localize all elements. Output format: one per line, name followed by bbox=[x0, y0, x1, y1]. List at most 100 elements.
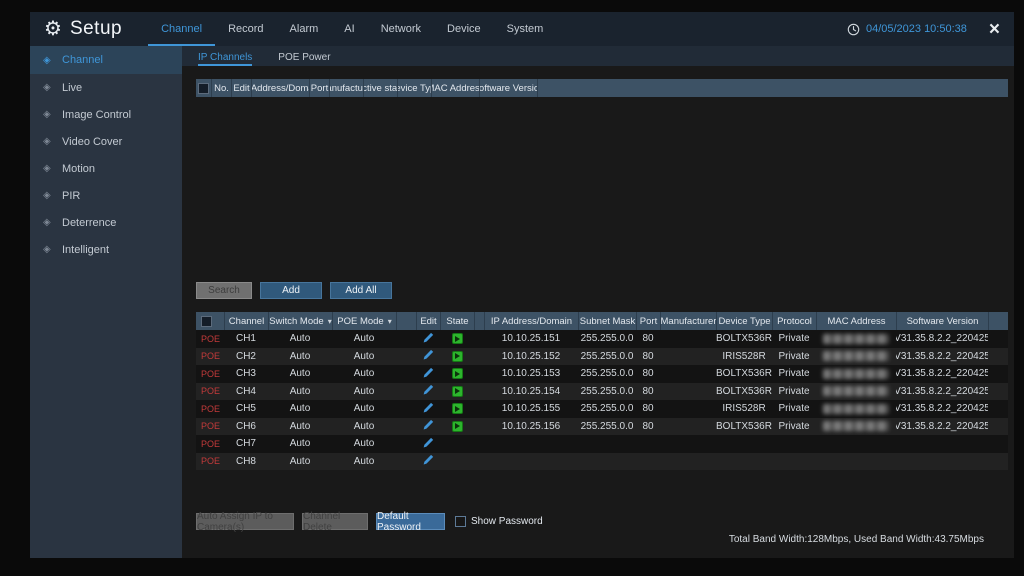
column-header-poe-mode[interactable]: POE Mode▾ bbox=[332, 312, 396, 330]
spacer bbox=[988, 383, 1008, 401]
bandwidth-status: Total Band Width:128Mbps, Used Band Widt… bbox=[196, 534, 1008, 545]
column-header-label: MAC Address bbox=[827, 316, 885, 327]
device-type-cell: BOLTX536R bbox=[716, 418, 772, 436]
nav-alarm[interactable]: Alarm bbox=[277, 12, 332, 46]
edit-cell bbox=[416, 365, 440, 383]
edit-pencil-icon[interactable] bbox=[423, 402, 434, 416]
nav-channel[interactable]: Channel bbox=[148, 12, 215, 46]
poe-mode-cell: Auto bbox=[332, 435, 396, 453]
nav-record[interactable]: Record bbox=[215, 12, 276, 46]
column-header-manufacturer: Manufacturer bbox=[660, 312, 716, 330]
column-header-label: Switch Mode bbox=[269, 316, 323, 327]
sidebar-item-label: Image Control bbox=[62, 109, 131, 121]
nav-device[interactable]: Device bbox=[434, 12, 494, 46]
sidebar-item-pir[interactable]: ◈PIR bbox=[30, 182, 182, 209]
column-header-software-version: Software Version bbox=[479, 79, 537, 97]
state-connected-icon[interactable] bbox=[452, 333, 463, 344]
edit-pencil-icon[interactable] bbox=[423, 419, 434, 433]
poe-cell: POE bbox=[196, 435, 224, 453]
nav-ai[interactable]: AI bbox=[331, 12, 367, 46]
add-button[interactable]: Add bbox=[260, 282, 322, 299]
poe-label: POE bbox=[201, 439, 220, 449]
table-row: POECH7AutoAuto bbox=[196, 435, 1008, 453]
protocol-cell: Private bbox=[772, 383, 816, 401]
port-cell: 80 bbox=[636, 348, 660, 366]
spacer bbox=[396, 330, 416, 348]
edit-cell bbox=[416, 453, 440, 471]
auto-assign-ip-button[interactable]: Auto Assign IP to Camera(s) bbox=[196, 513, 294, 530]
sidebar-item-image-control[interactable]: ◈Image Control bbox=[30, 101, 182, 128]
ip-cell: 10.10.25.153 bbox=[484, 365, 578, 383]
column-header-mac-address: MAC Address bbox=[816, 312, 896, 330]
spacer bbox=[474, 400, 484, 418]
diamond-icon: ◈ bbox=[43, 82, 62, 93]
port-cell: 80 bbox=[636, 365, 660, 383]
edit-pencil-icon[interactable] bbox=[423, 454, 434, 468]
spacer bbox=[988, 418, 1008, 436]
column-header-switch-mode[interactable]: Switch Mode▾ bbox=[268, 312, 332, 330]
mac-cell bbox=[816, 453, 896, 471]
poe-mode-cell: Auto bbox=[332, 348, 396, 366]
spacer bbox=[474, 348, 484, 366]
close-icon[interactable]: × bbox=[989, 20, 1000, 39]
sidebar-item-deterrence[interactable]: ◈Deterrence bbox=[30, 209, 182, 236]
edit-pencil-icon[interactable] bbox=[423, 384, 434, 398]
device-type-cell: BOLTX536R bbox=[716, 383, 772, 401]
ip-cell: 10.10.25.154 bbox=[484, 383, 578, 401]
edit-pencil-icon[interactable] bbox=[423, 349, 434, 363]
table-row: POECH1AutoAuto10.10.25.151255.255.0.080B… bbox=[196, 330, 1008, 348]
show-password-checkbox[interactable] bbox=[455, 516, 466, 527]
edit-pencil-icon[interactable] bbox=[423, 367, 434, 381]
state-connected-icon[interactable] bbox=[452, 421, 463, 432]
state-connected-icon[interactable] bbox=[452, 351, 463, 362]
subnet-cell: 255.255.0.0 bbox=[578, 418, 636, 436]
column-header-edit: Edit bbox=[416, 312, 440, 330]
discovery-table-header: No.EditIP Address/DomainPortManufacturer… bbox=[196, 79, 1008, 97]
nav-system[interactable]: System bbox=[494, 12, 557, 46]
mac-cell bbox=[816, 400, 896, 418]
state-cell bbox=[440, 365, 474, 383]
channel-cell: CH3 bbox=[224, 365, 268, 383]
manufacturer-cell bbox=[660, 348, 716, 366]
subnet-cell: 255.255.0.0 bbox=[578, 365, 636, 383]
add-all-button[interactable]: Add All bbox=[330, 282, 392, 299]
switch-mode-cell: Auto bbox=[268, 348, 332, 366]
spacer bbox=[988, 365, 1008, 383]
page-title: Setup bbox=[70, 18, 122, 40]
sidebar-item-label: Deterrence bbox=[62, 217, 116, 229]
subnet-cell: 255.255.0.0 bbox=[578, 383, 636, 401]
edit-pencil-icon[interactable] bbox=[423, 332, 434, 346]
select-all-checkbox[interactable] bbox=[201, 316, 212, 327]
edit-cell bbox=[416, 383, 440, 401]
manufacturer-cell bbox=[660, 418, 716, 436]
poe-cell: POE bbox=[196, 383, 224, 401]
channel-delete-button[interactable]: Channel Delete bbox=[302, 513, 368, 530]
tab-poe-power[interactable]: POE Power bbox=[278, 46, 330, 66]
sidebar-item-intelligent[interactable]: ◈Intelligent bbox=[30, 236, 182, 263]
state-connected-icon[interactable] bbox=[452, 403, 463, 414]
tab-ip-channels[interactable]: IP Channels bbox=[198, 46, 252, 66]
manufacturer-cell bbox=[660, 330, 716, 348]
sidebar-item-motion[interactable]: ◈Motion bbox=[30, 155, 182, 182]
default-password-button[interactable]: Default Password bbox=[376, 513, 445, 530]
sidebar-item-live[interactable]: ◈Live bbox=[30, 74, 182, 101]
mac-blurred-value bbox=[823, 334, 889, 344]
channel-cell: CH5 bbox=[224, 400, 268, 418]
table-row: POECH8AutoAuto bbox=[196, 453, 1008, 471]
edit-pencil-icon[interactable] bbox=[423, 437, 434, 451]
select-all-checkbox[interactable] bbox=[198, 83, 209, 94]
state-cell bbox=[440, 435, 474, 453]
table-row: POECH2AutoAuto10.10.25.152255.255.0.080I… bbox=[196, 348, 1008, 366]
setup-window: ⚙ Setup ChannelRecordAlarmAINetworkDevic… bbox=[30, 12, 1014, 558]
sidebar-item-channel[interactable]: ◈Channel bbox=[30, 46, 182, 74]
poe-label: POE bbox=[201, 456, 220, 466]
nav-network[interactable]: Network bbox=[368, 12, 434, 46]
channel-cell: CH7 bbox=[224, 435, 268, 453]
state-connected-icon[interactable] bbox=[452, 386, 463, 397]
column-header-active-state: Active state bbox=[363, 79, 397, 97]
search-button[interactable]: Search bbox=[196, 282, 252, 299]
poe-cell: POE bbox=[196, 453, 224, 471]
state-connected-icon[interactable] bbox=[452, 368, 463, 379]
edit-cell bbox=[416, 418, 440, 436]
sidebar-item-video-cover[interactable]: ◈Video Cover bbox=[30, 128, 182, 155]
